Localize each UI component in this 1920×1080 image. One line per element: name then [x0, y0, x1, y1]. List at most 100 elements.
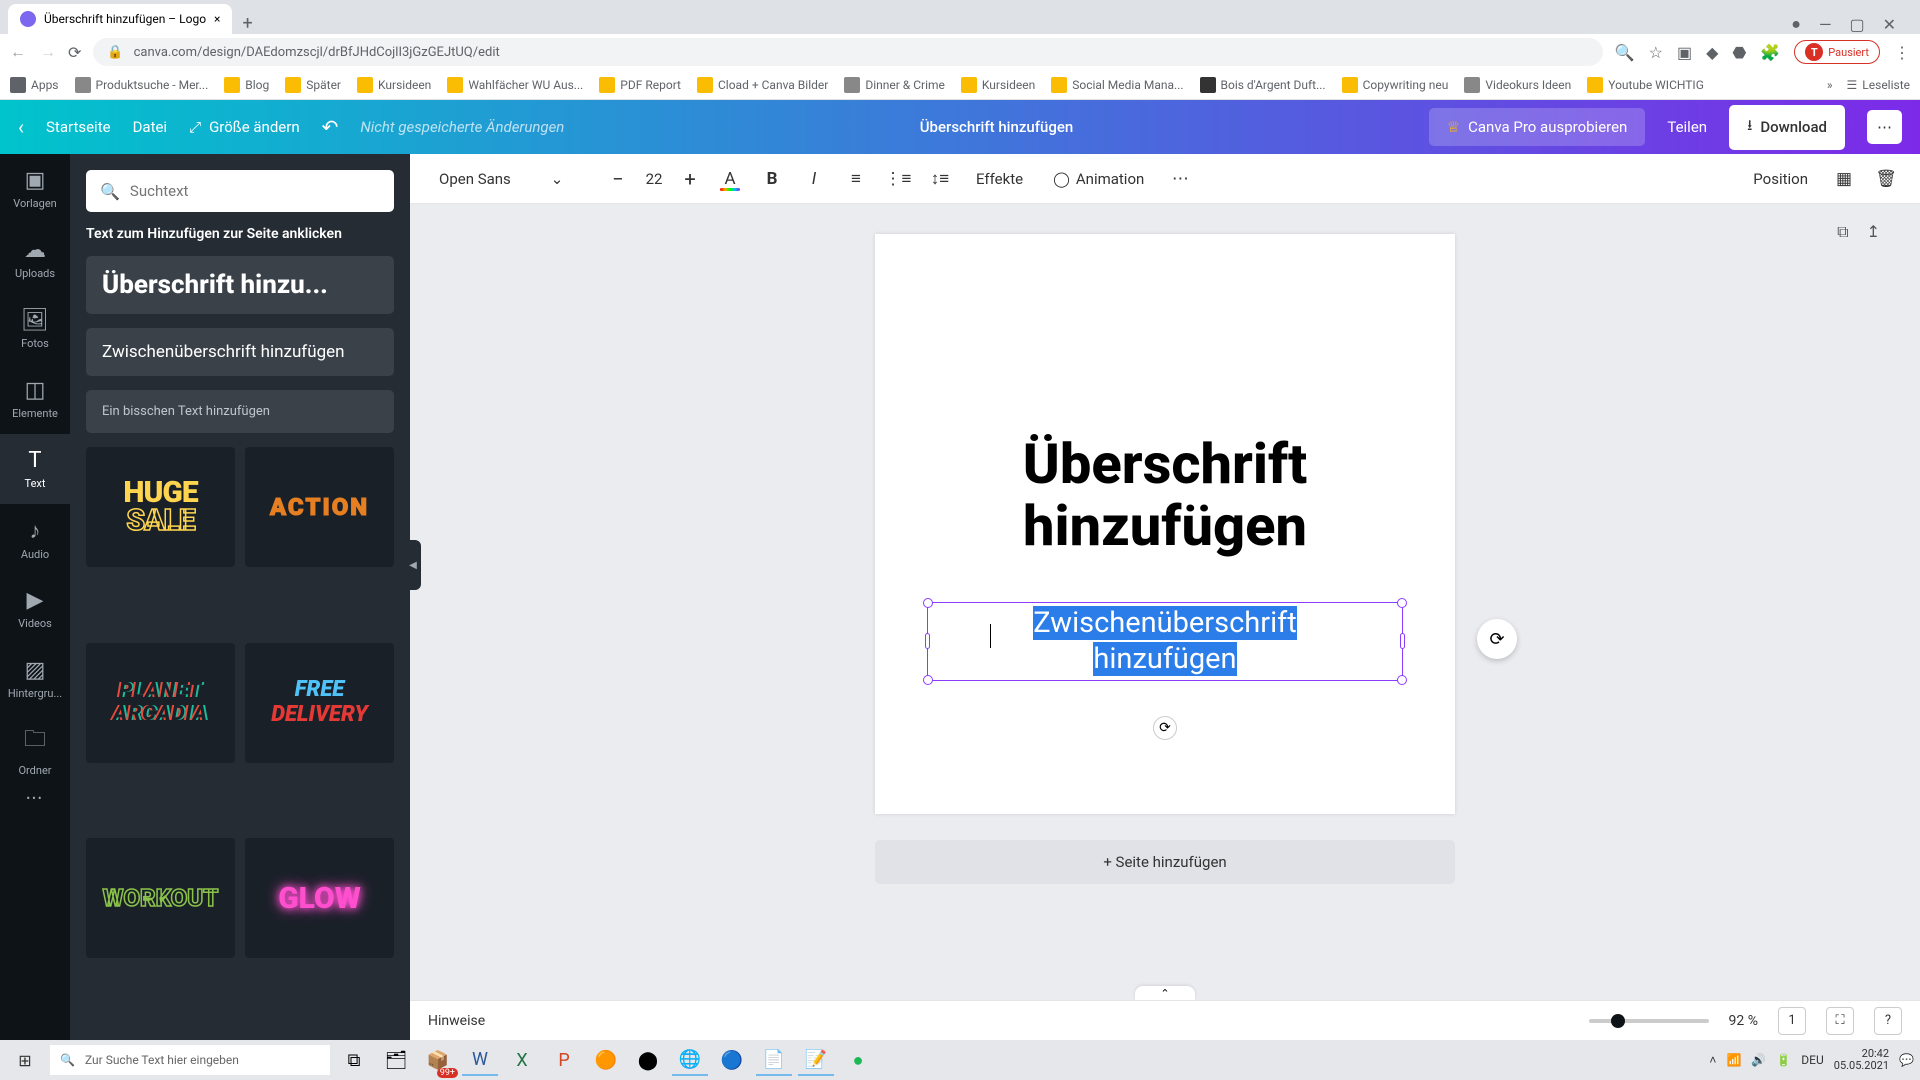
account-dot-icon[interactable]: ● [1791, 14, 1801, 34]
bookmark-item[interactable]: Cload + Canva Bilder [697, 77, 828, 93]
bookmark-star-icon[interactable]: ☆ [1649, 43, 1663, 62]
zoom-slider[interactable] [1589, 1019, 1709, 1023]
extension-icon[interactable]: ◆ [1706, 43, 1718, 62]
bookmark-item[interactable]: Wahlfächer WU Aus... [447, 77, 583, 93]
bookmark-item[interactable]: Kursideen [961, 77, 1035, 93]
fullscreen-icon[interactable]: ⛶ [1826, 1007, 1854, 1035]
selection-side-handle[interactable] [1400, 633, 1405, 649]
collapse-panel-button[interactable]: ◀ [405, 540, 421, 590]
download-button[interactable]: ⭳Download [1729, 105, 1845, 150]
selection-handle[interactable] [923, 675, 933, 685]
selection-handle[interactable] [1397, 598, 1407, 608]
font-selector[interactable]: Open Sans⌄ [426, 163, 596, 195]
help-icon[interactable]: ? [1874, 1007, 1902, 1035]
rail-audio[interactable]: ♪Audio [0, 504, 70, 574]
explorer-icon[interactable]: 🗂 [378, 1044, 414, 1076]
rail-background[interactable]: ▨Hintergru... [0, 644, 70, 714]
chrome-icon[interactable]: 🌐 [672, 1044, 708, 1076]
rail-videos[interactable]: ▶Videos [0, 574, 70, 644]
rail-more-icon[interactable]: ••• [0, 792, 70, 805]
close-tab-icon[interactable]: × [214, 12, 220, 26]
rail-text[interactable]: TText [0, 434, 70, 504]
rotate-handle[interactable]: ⟳ [1153, 716, 1177, 740]
notes-button[interactable]: Hinweise [428, 1013, 485, 1029]
font-size-value[interactable]: 22 [634, 170, 674, 188]
bookmark-item[interactable]: Videokurs Ideen [1464, 77, 1571, 93]
bookmarks-overflow-icon[interactable]: » [1827, 78, 1833, 92]
page-indicator[interactable]: 1 [1778, 1007, 1806, 1035]
bookmark-item[interactable]: Blog [224, 77, 269, 93]
transparency-button[interactable]: ▦ [1826, 161, 1862, 197]
text-template[interactable]: HUGESALE [86, 447, 235, 567]
bookmark-item[interactable]: Social Media Mana... [1051, 77, 1183, 93]
profile-paused-badge[interactable]: T Pausiert [1794, 40, 1880, 64]
italic-button[interactable]: I [796, 161, 832, 197]
taskbar-app-icon[interactable]: 📄 [756, 1044, 792, 1076]
search-input[interactable] [130, 182, 380, 200]
subheading-text-element[interactable]: Zwischenüberschrift hinzufügen [927, 602, 1403, 681]
taskbar-app-icon[interactable]: 📝 [798, 1044, 834, 1076]
extension-icon[interactable]: ▣ [1677, 43, 1692, 62]
add-subheading-button[interactable]: Zwischenüberschrift hinzufügen [86, 328, 394, 376]
spotify-icon[interactable]: ● [840, 1044, 876, 1076]
maximize-icon[interactable]: ▢ [1849, 15, 1864, 34]
browser-tab[interactable]: Überschrift hinzufügen – Logo × [8, 4, 232, 34]
align-button[interactable]: ≡ [838, 161, 874, 197]
bookmark-item[interactable]: Dinner & Crime [844, 77, 945, 93]
bookmark-item[interactable]: Youtube WICHTIG [1587, 77, 1704, 93]
bookmark-item[interactable]: Später [285, 77, 341, 93]
bookmark-item[interactable]: PDF Report [599, 77, 681, 93]
wifi-icon[interactable]: 📶 [1726, 1053, 1741, 1067]
file-menu[interactable]: Datei [133, 118, 168, 136]
try-pro-button[interactable]: ♕Canva Pro ausprobieren [1429, 108, 1646, 146]
extension-icon[interactable]: ⬣ [1732, 43, 1746, 62]
expand-notes-handle[interactable]: ⌃ [1135, 986, 1195, 1000]
animation-button[interactable]: ◯Animation [1041, 161, 1156, 197]
zoom-icon[interactable]: 🔍 [1615, 43, 1635, 62]
design-title[interactable]: Überschrift hinzufügen [586, 118, 1406, 136]
effects-button[interactable]: Effekte [964, 161, 1035, 197]
rail-templates[interactable]: ▣Vorlagen [0, 154, 70, 224]
delete-button[interactable]: 🗑 [1868, 161, 1904, 197]
spacing-button[interactable]: ↕≡ [922, 161, 958, 197]
add-heading-button[interactable]: Überschrift hinzu... [86, 256, 394, 314]
back-icon[interactable]: ‹ [18, 115, 24, 139]
text-template[interactable]: FREEDELIVERY [245, 643, 394, 763]
rail-photos[interactable]: 🖼Fotos [0, 294, 70, 364]
text-template[interactable]: PLANETARCADIA [86, 643, 235, 763]
duplicate-page-icon[interactable]: ⧉ [1837, 222, 1848, 242]
undo-icon[interactable]: ↶ [322, 115, 339, 139]
canvas-page[interactable]: Überschrift hinzufügen Zwischenüberschri… [875, 234, 1455, 814]
share-page-icon[interactable]: ↥ [1867, 222, 1880, 242]
volume-icon[interactable]: 🔊 [1751, 1053, 1766, 1067]
windows-search[interactable]: 🔍Zur Suche Text hier eingeben [50, 1045, 330, 1075]
taskbar-app-icon[interactable]: ⬤ [630, 1044, 666, 1076]
word-icon[interactable]: W [462, 1044, 498, 1076]
nav-back-icon[interactable]: ← [10, 42, 26, 62]
more-menu-icon[interactable]: ⋯ [1867, 110, 1902, 144]
powerpoint-icon[interactable]: P [546, 1044, 582, 1076]
bookmark-item[interactable]: Kursideen [357, 77, 431, 93]
text-color-button[interactable]: A [712, 161, 748, 197]
edge-icon[interactable]: 🔵 [714, 1044, 750, 1076]
bold-button[interactable]: B [754, 161, 790, 197]
floating-action-button[interactable]: ⟳ [1477, 619, 1517, 659]
zoom-thumb[interactable] [1611, 1014, 1625, 1028]
close-window-icon[interactable]: ✕ [1883, 15, 1896, 34]
new-tab-button[interactable]: + [232, 13, 262, 34]
selection-handle[interactable] [1397, 675, 1407, 685]
rail-folders[interactable]: 🗀Ordner [0, 714, 70, 784]
browser-menu-icon[interactable]: ⋮ [1894, 43, 1910, 62]
bookmark-apps[interactable]: Apps [10, 77, 59, 93]
address-bar[interactable]: 🔒 canva.com/design/DAEdomzscjl/drBfJHdCo… [93, 38, 1602, 66]
heading-text-element[interactable]: Überschrift hinzufügen [875, 434, 1455, 557]
excel-icon[interactable]: X [504, 1044, 540, 1076]
share-button[interactable]: Teilen [1667, 118, 1707, 136]
taskbar-app-icon[interactable]: 📦99+ [420, 1044, 456, 1076]
rail-uploads[interactable]: ☁Uploads [0, 224, 70, 294]
text-template[interactable]: ACTION [245, 447, 394, 567]
reading-list[interactable]: ☰Leseliste [1847, 78, 1910, 92]
language-indicator[interactable]: DEU [1801, 1053, 1823, 1067]
bookmark-item[interactable]: Bois d'Argent Duft... [1200, 77, 1326, 93]
notifications-icon[interactable]: 💬 [1899, 1053, 1914, 1067]
